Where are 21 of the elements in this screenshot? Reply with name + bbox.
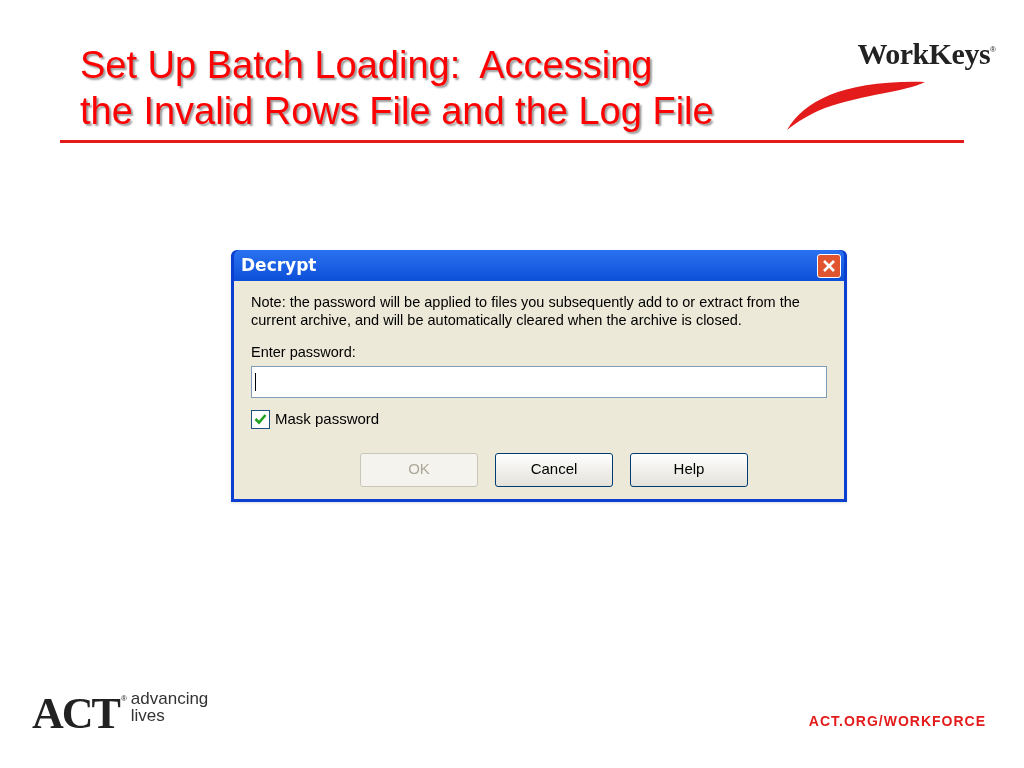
field-label: Enter password: (251, 343, 357, 361)
password-field[interactable] (251, 366, 827, 398)
slide-title: Set Up Batch Loading: Accessing (80, 43, 654, 88)
logo-tagline: lives (130, 707, 165, 724)
note-text: Note: the password will be applied to files you subsequently add to or extract from the current archive, and will be automatically cleared when the archive is closed. (251, 293, 801, 329)
website-url: ACT.ORG/WORKFORCE (808, 712, 986, 731)
close-icon (822, 258, 836, 273)
slide-title: the Invalid Rows File and the Log File (80, 89, 714, 134)
checkbox[interactable] (251, 409, 270, 429)
registered-mark: ® (990, 45, 996, 54)
dialog-button[interactable]: Help (630, 452, 748, 487)
logo-tagline: advancing (130, 690, 209, 707)
text-cursor (255, 373, 256, 391)
registered-mark: ® (120, 694, 127, 704)
check-icon (254, 413, 267, 426)
checkbox-label: Mask password (275, 409, 380, 429)
close-button[interactable] (817, 253, 841, 278)
window-title: Decrypt (241, 253, 317, 277)
brand-logo-text: WorkKeys (857, 38, 991, 70)
act-logo-text: ACT (32, 694, 119, 734)
dialog-button[interactable]: Cancel (495, 452, 613, 487)
